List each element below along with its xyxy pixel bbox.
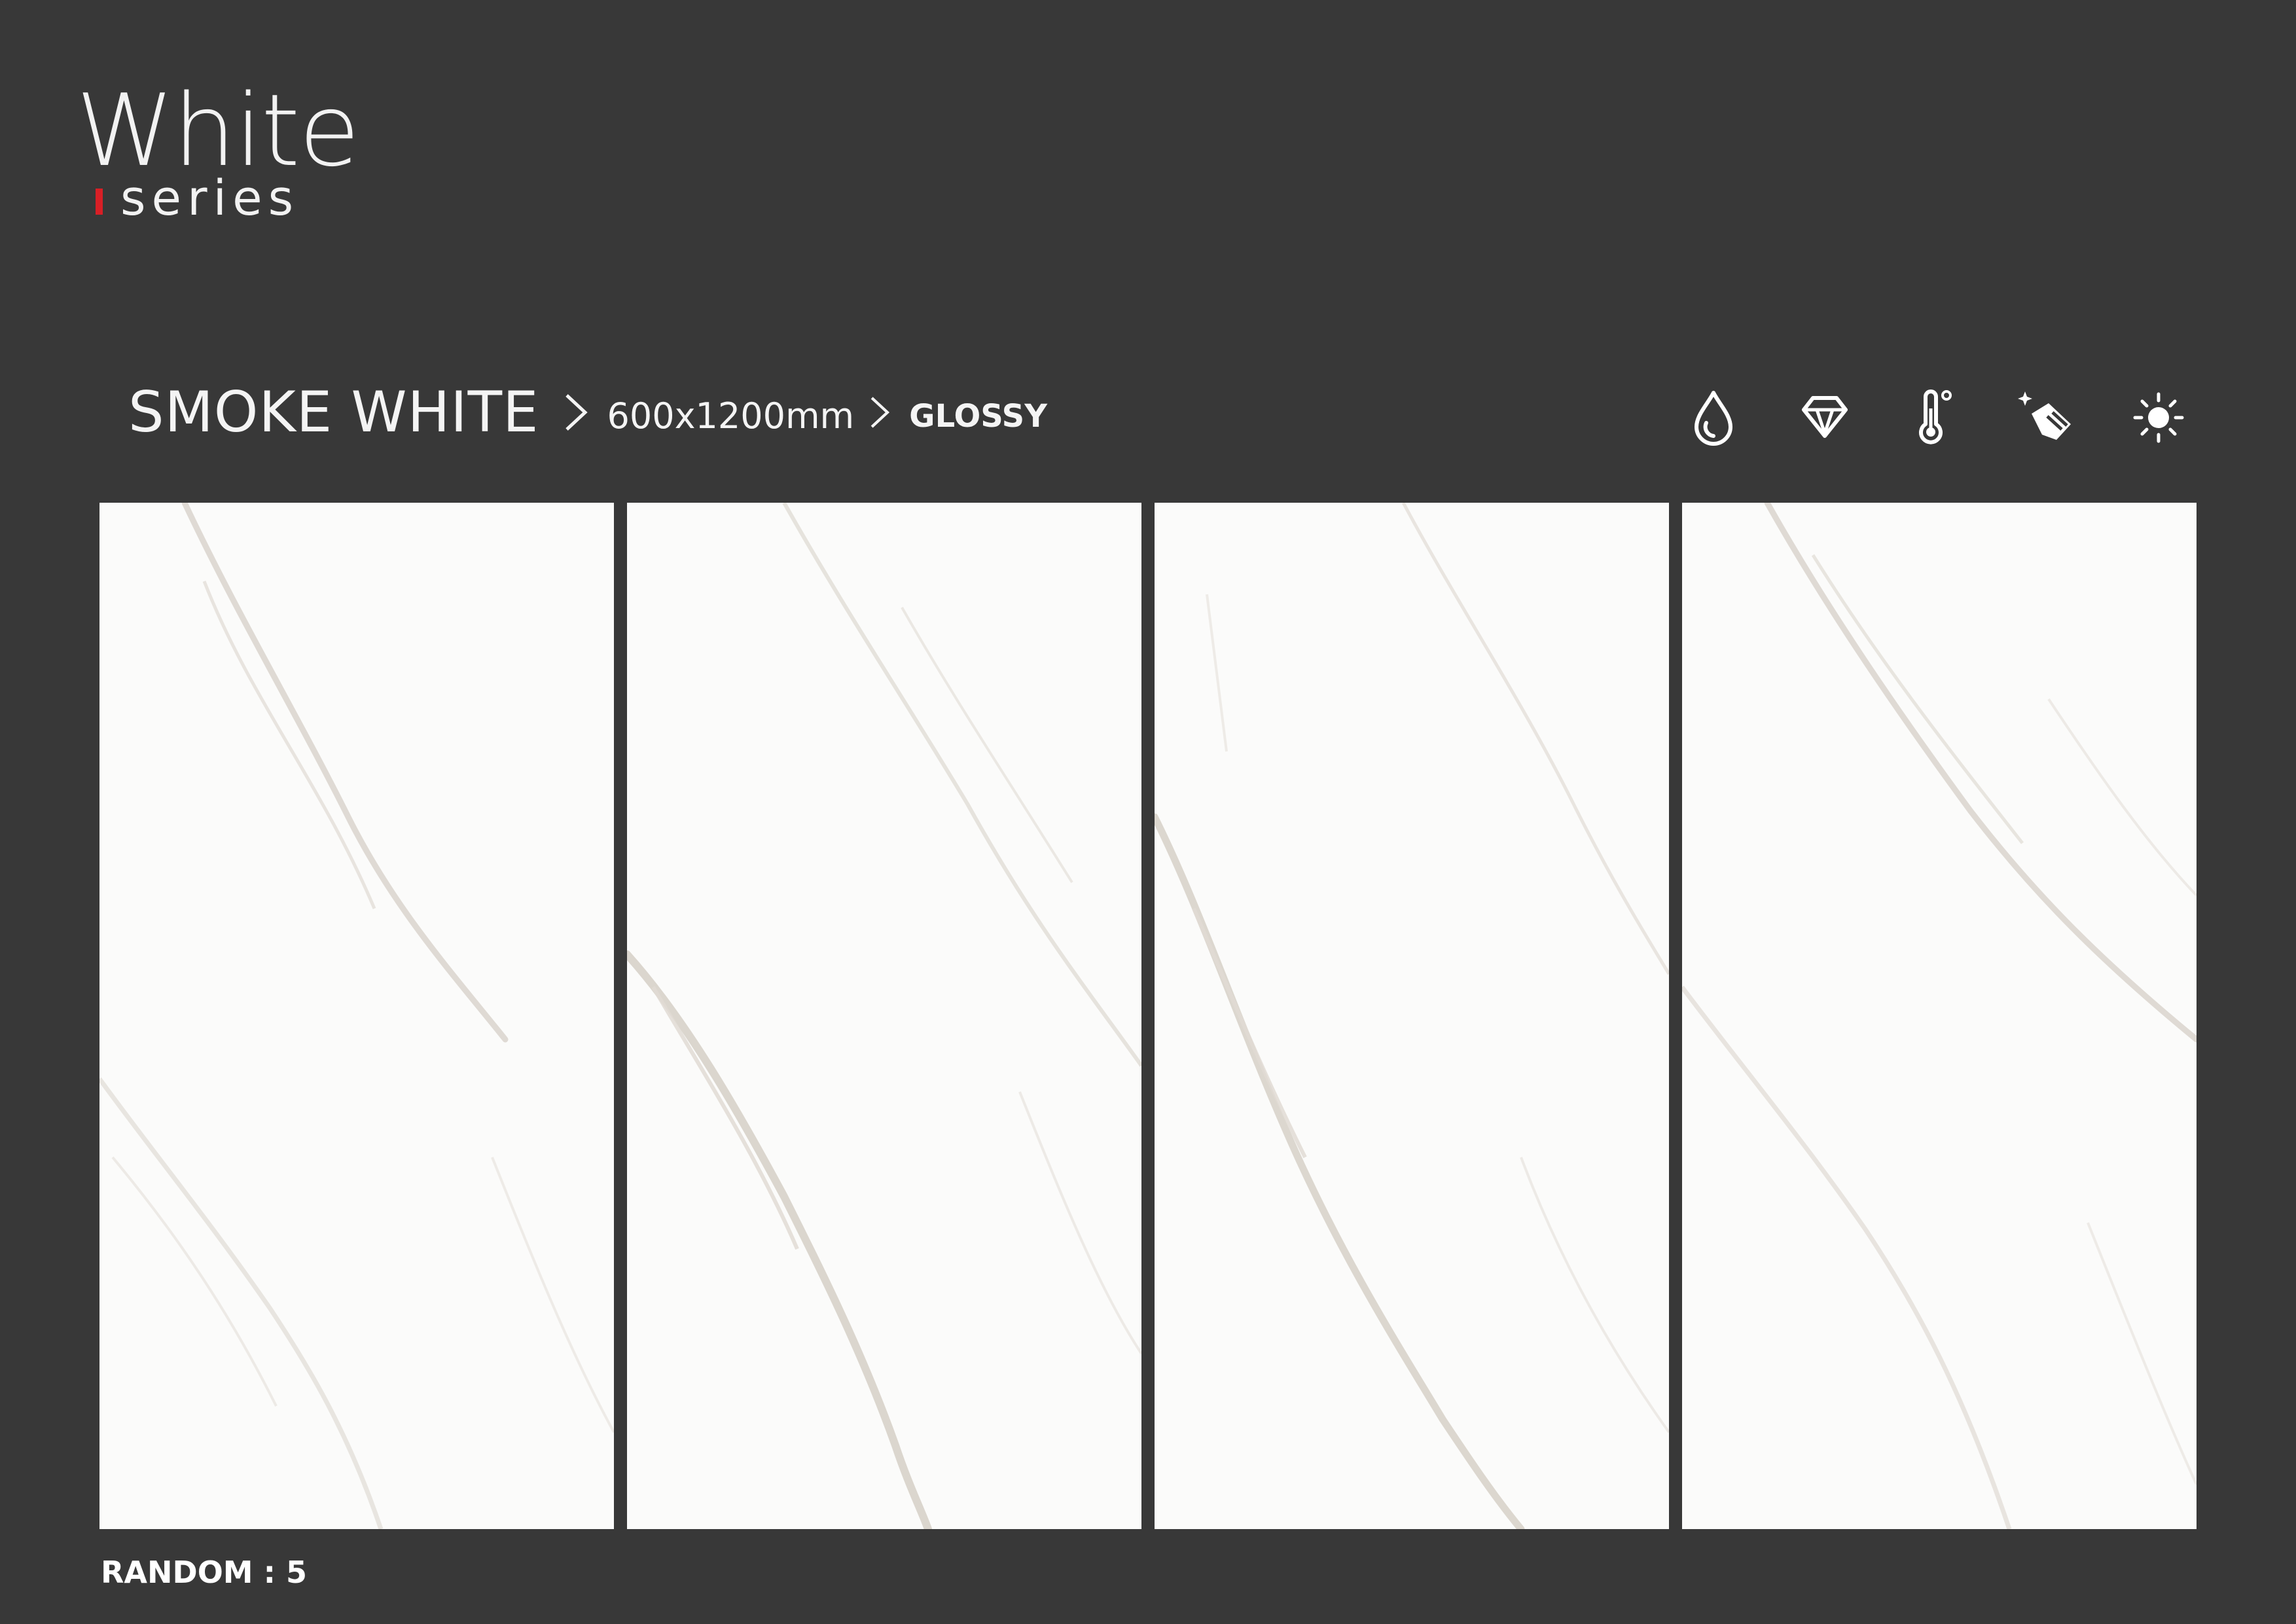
cleaning-hand-icon bbox=[2016, 386, 2079, 449]
logo-subtitle: series bbox=[120, 170, 300, 226]
thermometer-icon bbox=[1905, 386, 1967, 449]
product-size: 600x1200mm bbox=[607, 395, 855, 437]
tile-image bbox=[99, 503, 614, 1529]
random-count-label: RANDOM : 5 bbox=[101, 1555, 308, 1590]
sun-icon bbox=[2127, 386, 2190, 449]
logo-accent-bar bbox=[96, 189, 103, 215]
tile-gallery bbox=[99, 503, 2197, 1529]
series-logo: White series bbox=[76, 79, 364, 236]
product-breadcrumb: SMOKE WHITE 600x1200mm GLOSSY bbox=[128, 373, 1047, 452]
water-drop-icon bbox=[1682, 386, 1745, 449]
product-name: SMOKE WHITE bbox=[128, 380, 539, 445]
product-finish: GLOSSY bbox=[909, 398, 1047, 435]
diamond-icon bbox=[1793, 386, 1856, 449]
logo-word: White bbox=[76, 73, 360, 189]
feature-icon-row bbox=[1682, 386, 2206, 452]
chevron-right-icon bbox=[563, 393, 589, 432]
tile-image bbox=[1682, 503, 2197, 1529]
tile-image bbox=[627, 503, 1141, 1529]
chevron-right-icon bbox=[869, 395, 891, 429]
tile-image bbox=[1155, 503, 1669, 1529]
